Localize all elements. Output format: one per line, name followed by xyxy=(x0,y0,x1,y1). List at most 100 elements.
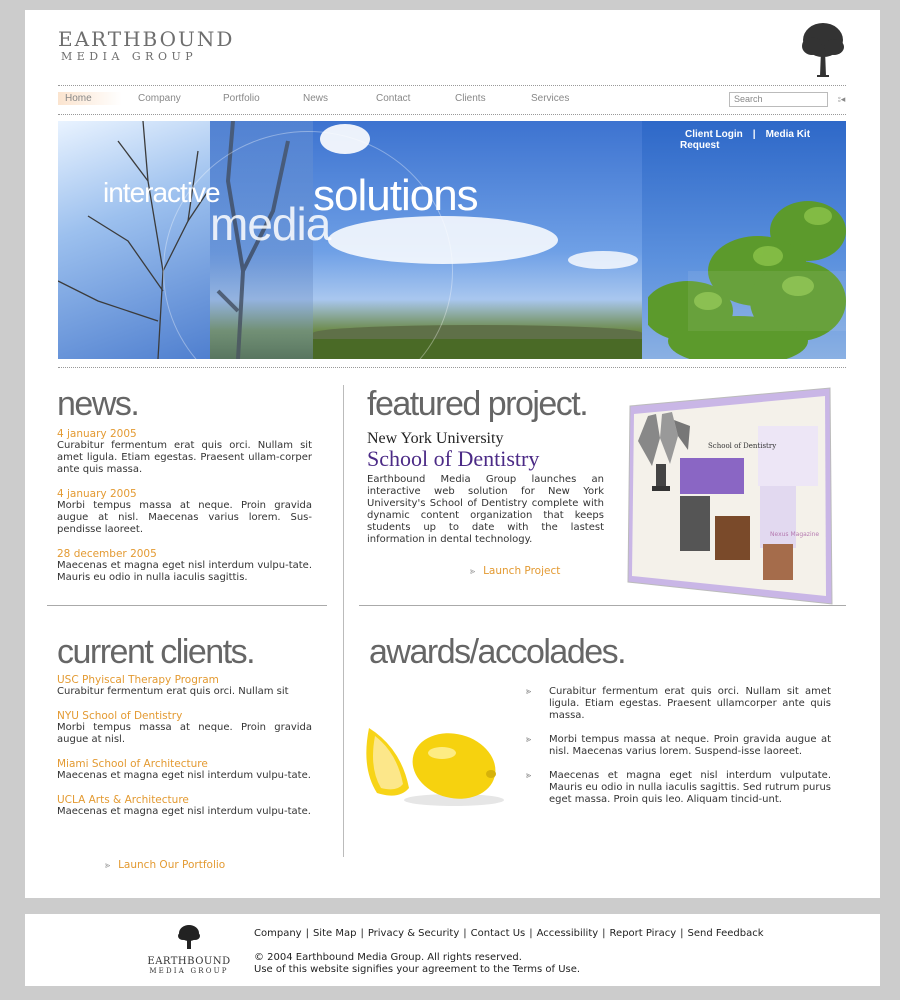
brand-logo[interactable]: EARTHBOUND MEDIA GROUP xyxy=(58,28,234,64)
news-date: 4 january 2005 xyxy=(57,428,137,440)
awards-heading: awards/accolades. xyxy=(369,633,627,671)
news-item[interactable]: 4 january 2005 Morbi tempus massa at neq… xyxy=(57,488,312,536)
launch-project-label: Launch Project xyxy=(483,565,561,577)
launch-portfolio-link[interactable]: ⪢ Launch Our Portfolio xyxy=(105,859,225,871)
client-text: Maecenas et magna eget nisl interdum vul… xyxy=(57,770,311,781)
arrow-icon: ⪢ xyxy=(526,735,532,745)
arrow-icon: ⪢ xyxy=(526,771,532,781)
news-text: Curabitur fermentum erat quis orci. Null… xyxy=(57,440,312,475)
nav-bottom-divider xyxy=(58,114,846,115)
terms-text: Use of this website signifies your agree… xyxy=(254,964,581,975)
featured-description: Earthbound Media Group launches an inter… xyxy=(367,474,604,545)
featured-screenshot[interactable]: School of Dentistry Nexus Magazine xyxy=(620,386,835,612)
client-text: Morbi tempus massa at neque. Proin gravi… xyxy=(57,722,312,745)
column-divider xyxy=(343,385,344,857)
brand-line2: MEDIA GROUP xyxy=(61,50,198,63)
nav-news[interactable]: News xyxy=(303,93,328,104)
hero-word-solutions: solutions xyxy=(313,171,479,220)
client-item[interactable]: NYU School of Dentistry Morbi tempus mas… xyxy=(57,710,312,746)
nav-company[interactable]: Company xyxy=(138,93,181,104)
news-date: 28 december 2005 xyxy=(57,548,157,560)
footer-link-privacy[interactable]: Privacy & Security xyxy=(368,928,459,939)
launch-project-link[interactable]: ⪢ Launch Project xyxy=(470,565,560,577)
footer-link-piracy[interactable]: Report Piracy xyxy=(610,928,677,939)
nav-portfolio[interactable]: Portfolio xyxy=(223,93,260,104)
award-text: Morbi tempus massa at neque. Proin gravi… xyxy=(549,734,831,757)
hero-links: Client Login | Media Kit Request xyxy=(680,129,846,151)
news-text: Morbi tempus massa at neque. Proin gravi… xyxy=(57,500,312,535)
brand-line1: EARTHBOUND xyxy=(58,27,235,51)
nav-clients[interactable]: Clients xyxy=(455,93,486,104)
shot-badge: Nexus Magazine xyxy=(770,531,819,538)
news-text: Maecenas et magna eget nisl interdum vul… xyxy=(57,560,312,583)
search-input[interactable]: Search xyxy=(729,92,828,107)
footer-logo-line1: EARTHBOUND xyxy=(147,956,231,967)
featured-client-line1: New York University xyxy=(367,430,504,447)
main-page: EARTHBOUND MEDIA GROUP Home Company Port… xyxy=(25,10,880,898)
client-login-link[interactable]: Client Login xyxy=(685,129,743,140)
award-text: Maecenas et magna eget nisl interdum vul… xyxy=(549,770,831,805)
award-item: ⪢ Morbi tempus massa at neque. Proin gra… xyxy=(525,734,831,758)
footer-logo[interactable]: EARTHBOUND MEDIA GROUP xyxy=(139,924,239,976)
footer-link-separator: | xyxy=(305,928,309,939)
section-divider-left xyxy=(47,605,327,606)
nav-services[interactable]: Services xyxy=(531,93,569,104)
shot-title: School of Dentistry xyxy=(708,442,776,450)
main-nav: Home Company Portfolio News Contact Clie… xyxy=(58,89,846,111)
footer-link-sitemap[interactable]: Site Map xyxy=(313,928,356,939)
arrow-icon: ⪢ xyxy=(105,861,111,871)
client-item[interactable]: Miami School of Architecture Maecenas et… xyxy=(57,758,312,782)
footer-link-feedback[interactable]: Send Feedback xyxy=(688,928,764,939)
leaves-graphic xyxy=(648,201,846,359)
footer-link-company[interactable]: Company xyxy=(254,928,302,939)
arrow-icon: ⪢ xyxy=(470,567,476,577)
news-item[interactable]: 28 december 2005 Maecenas et magna eget … xyxy=(57,548,312,584)
footer-link-separator: | xyxy=(463,928,467,939)
news-date: 4 january 2005 xyxy=(57,488,137,500)
nav-contact[interactable]: Contact xyxy=(376,93,410,104)
footer-link-accessibility[interactable]: Accessibility xyxy=(537,928,599,939)
news-item[interactable]: 4 january 2005 Curabitur fermentum erat … xyxy=(57,428,312,476)
tree-logo-icon xyxy=(802,23,844,77)
lemon-image xyxy=(366,728,504,806)
featured-heading: featured project. xyxy=(367,385,589,423)
nav-home[interactable]: Home xyxy=(58,92,122,105)
client-name: USC Phyiscal Therapy Program xyxy=(57,674,219,686)
client-item[interactable]: UCLA Arts & Architecture Maecenas et mag… xyxy=(57,794,312,818)
featured-client-line2: School of Dentistry xyxy=(367,446,540,471)
nav-top-divider xyxy=(58,85,846,86)
cloud xyxy=(568,251,638,269)
featured-client-logo: New York University School of Dentistry xyxy=(367,430,539,471)
hero-links-separator: | xyxy=(752,129,756,140)
footer-link-separator: | xyxy=(602,928,606,939)
awards-list: ⪢ Curabitur fermentum erat quis orci. Nu… xyxy=(525,686,831,818)
award-text: Curabitur fermentum erat quis orci. Null… xyxy=(549,686,831,721)
footer-link-contact[interactable]: Contact Us xyxy=(471,928,526,939)
client-name: UCLA Arts & Architecture xyxy=(57,794,189,806)
client-name: NYU School of Dentistry xyxy=(57,710,183,722)
award-item: ⪢ Curabitur fermentum erat quis orci. Nu… xyxy=(525,686,831,722)
clients-heading: current clients. xyxy=(57,633,256,671)
footer-link-separator: | xyxy=(529,928,533,939)
news-heading: news. xyxy=(57,385,140,423)
clients-list: USC Phyiscal Therapy Program Curabitur f… xyxy=(57,674,312,830)
copyright-text: © 2004 Earthbound Media Group. All right… xyxy=(254,952,522,963)
footer-copyright: © 2004 Earthbound Media Group. All right… xyxy=(254,952,580,976)
arrow-icon: ⪢ xyxy=(526,687,532,697)
client-item[interactable]: USC Phyiscal Therapy Program Curabitur f… xyxy=(57,674,312,698)
hero-bottom-divider xyxy=(58,367,846,368)
client-text: Maecenas et magna eget nisl interdum vul… xyxy=(57,806,311,817)
award-item: ⪢ Maecenas et magna eget nisl interdum v… xyxy=(525,770,831,806)
footer-links: Company | Site Map | Privacy & Security | Cont… xyxy=(254,928,764,939)
launch-portfolio-label: Launch Our Portfolio xyxy=(118,859,226,871)
news-list: 4 january 2005 Curabitur fermentum erat … xyxy=(57,428,312,596)
footer-link-separator: | xyxy=(680,928,684,939)
hero-banner: interactive media solutions Client Login… xyxy=(58,121,846,359)
search-go-icon[interactable]: ⦂◂ xyxy=(838,95,845,105)
client-name: Miami School of Architecture xyxy=(57,758,208,770)
footer-logo-line2: MEDIA GROUP xyxy=(149,967,229,975)
footer: EARTHBOUND MEDIA GROUP Company | Site Map |… xyxy=(25,914,880,986)
hero-word-interactive: interactive xyxy=(103,177,221,208)
footer-link-separator: | xyxy=(360,928,364,939)
client-text: Curabitur fermentum erat quis orci. Null… xyxy=(57,686,289,697)
